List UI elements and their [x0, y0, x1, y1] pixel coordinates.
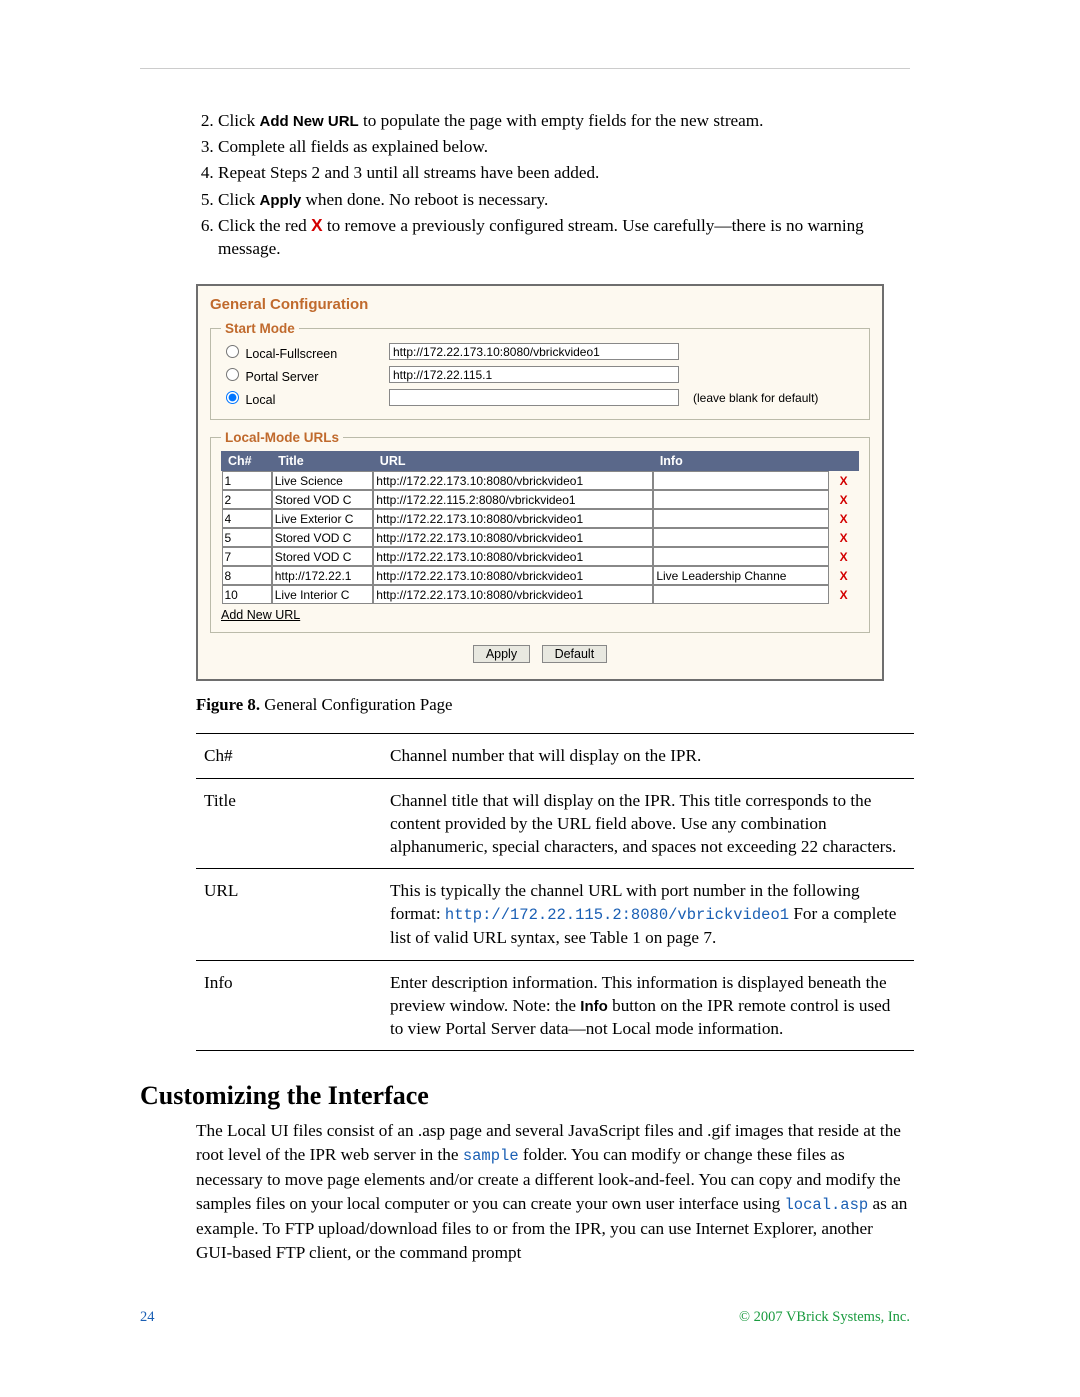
- col-header-ch: Ch#: [222, 452, 272, 471]
- start-mode-fieldset: Start Mode Local-Fullscreen Portal Serve…: [210, 321, 870, 420]
- panel-title: General Configuration: [210, 296, 870, 313]
- delete-row-icon[interactable]: X: [840, 588, 848, 602]
- ch-input[interactable]: [222, 509, 272, 528]
- def-term: Ch#: [196, 734, 382, 778]
- ch-input[interactable]: [222, 566, 272, 585]
- info-input[interactable]: [653, 566, 828, 585]
- field-definition-table: Ch#Channel number that will display on t…: [196, 733, 914, 1051]
- table-row: X: [222, 490, 859, 509]
- def-term: Title: [196, 778, 382, 869]
- delete-row-icon[interactable]: X: [840, 474, 848, 488]
- def-desc: Enter description information. This info…: [382, 960, 914, 1051]
- mode-url-input[interactable]: [389, 389, 679, 406]
- page-number: 24: [140, 1309, 155, 1326]
- figure-caption: Figure 8. General Configuration Page: [196, 695, 910, 715]
- table-row: X: [222, 509, 859, 528]
- apply-button[interactable]: Apply: [473, 645, 530, 663]
- col-header-title: Title: [272, 452, 374, 471]
- instruction-step: Repeat Steps 2 and 3 until all streams h…: [218, 161, 910, 184]
- delete-row-icon[interactable]: X: [840, 512, 848, 526]
- mode-radio[interactable]: [226, 345, 239, 358]
- mode-option[interactable]: Local: [221, 388, 381, 407]
- local-mode-urls-table: Ch# Title URL Info XXXXXXX: [221, 451, 859, 604]
- table-row: X: [222, 471, 859, 491]
- mode-radio[interactable]: [226, 368, 239, 381]
- ch-input[interactable]: [222, 471, 272, 490]
- url-input[interactable]: [373, 566, 653, 585]
- ch-input[interactable]: [222, 528, 272, 547]
- url-input[interactable]: [373, 528, 653, 547]
- def-desc: This is typically the channel URL with p…: [382, 869, 914, 960]
- instruction-step: Complete all fields as explained below.: [218, 135, 910, 158]
- def-term: Info: [196, 960, 382, 1051]
- table-row: X: [222, 585, 859, 604]
- title-input[interactable]: [272, 547, 374, 566]
- mode-option[interactable]: Portal Server: [221, 365, 381, 384]
- mode-url-input[interactable]: [389, 366, 679, 383]
- mode-hint: (leave blank for default): [693, 391, 818, 405]
- general-configuration-panel: General Configuration Start Mode Local-F…: [196, 284, 884, 681]
- ch-input[interactable]: [222, 547, 272, 566]
- delete-row-icon[interactable]: X: [840, 493, 848, 507]
- info-input[interactable]: [653, 528, 828, 547]
- customizing-interface-heading: Customizing the Interface: [140, 1081, 910, 1111]
- info-input[interactable]: [653, 490, 828, 509]
- mode-radio[interactable]: [226, 391, 239, 404]
- url-input[interactable]: [373, 547, 653, 566]
- url-input[interactable]: [373, 585, 653, 604]
- mode-url-input[interactable]: [389, 343, 679, 360]
- add-new-url-link[interactable]: Add New URL: [221, 608, 300, 622]
- default-button[interactable]: Default: [542, 645, 608, 663]
- delete-row-icon[interactable]: X: [840, 550, 848, 564]
- url-input[interactable]: [373, 490, 653, 509]
- local-mode-urls-fieldset: Local-Mode URLs Ch# Title URL Info XXXXX…: [210, 430, 870, 633]
- col-header-url: URL: [373, 452, 653, 471]
- delete-row-icon[interactable]: X: [840, 531, 848, 545]
- title-input[interactable]: [272, 528, 374, 547]
- instruction-step: Click Apply when done. No reboot is nece…: [218, 188, 910, 211]
- instruction-step: Click Add New URL to populate the page w…: [218, 109, 910, 132]
- title-input[interactable]: [272, 490, 374, 509]
- title-input[interactable]: [272, 509, 374, 528]
- info-input[interactable]: [653, 509, 828, 528]
- instruction-step: Click the red X to remove a previously c…: [218, 214, 910, 260]
- table-row: X: [222, 566, 859, 585]
- table-row: X: [222, 528, 859, 547]
- mode-option[interactable]: Local-Fullscreen: [221, 342, 381, 361]
- copyright: © 2007 VBrick Systems, Inc.: [739, 1309, 910, 1326]
- table-row: X: [222, 547, 859, 566]
- title-input[interactable]: [272, 471, 374, 490]
- instruction-list: Click Add New URL to populate the page w…: [140, 109, 910, 260]
- title-input[interactable]: [272, 566, 374, 585]
- start-mode-legend: Start Mode: [221, 321, 299, 336]
- ch-input[interactable]: [222, 585, 272, 604]
- delete-row-icon[interactable]: X: [840, 569, 848, 583]
- info-input[interactable]: [653, 547, 828, 566]
- def-desc: Channel number that will display on the …: [382, 734, 914, 778]
- customizing-paragraph: The Local UI files consist of an .asp pa…: [196, 1119, 910, 1265]
- url-input[interactable]: [373, 471, 653, 490]
- def-desc: Channel title that will display on the I…: [382, 778, 914, 869]
- title-input[interactable]: [272, 585, 374, 604]
- info-input[interactable]: [653, 471, 828, 490]
- info-input[interactable]: [653, 585, 828, 604]
- local-mode-urls-legend: Local-Mode URLs: [221, 430, 343, 445]
- url-input[interactable]: [373, 509, 653, 528]
- page-footer: 24 © 2007 VBrick Systems, Inc.: [140, 1309, 910, 1326]
- def-term: URL: [196, 869, 382, 960]
- ch-input[interactable]: [222, 490, 272, 509]
- col-header-info: Info: [653, 452, 828, 471]
